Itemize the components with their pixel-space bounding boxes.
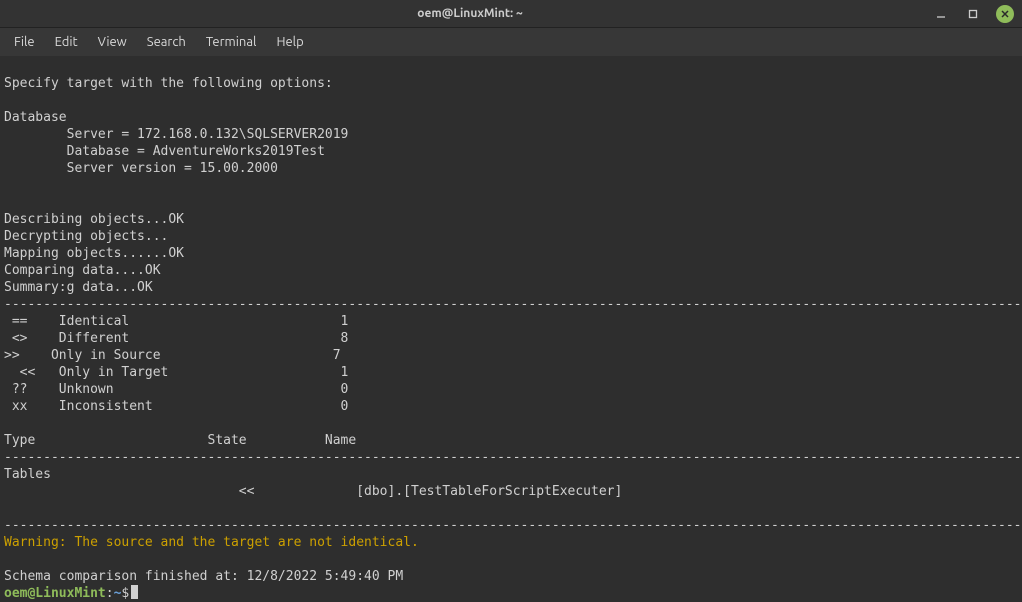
summary-row: == Identical 1 xyxy=(4,314,348,329)
output-line: Server version = 15.00.2000 xyxy=(4,161,278,176)
menu-edit[interactable]: Edit xyxy=(45,31,88,53)
close-button[interactable] xyxy=(996,5,1014,23)
prompt-line: oem@LinuxMint:~$ xyxy=(4,586,138,601)
terminal-body[interactable]: Specify target with the following option… xyxy=(0,56,1022,602)
window-title: oem@LinuxMint: ~ xyxy=(8,7,932,20)
output-line: Decrypting objects... xyxy=(4,229,168,244)
table-row: << [dbo].[TestTableForScriptExecuter] xyxy=(4,484,622,499)
prompt-dollar: $ xyxy=(121,586,129,601)
output-line: Server = 172.168.0.132\SQLSERVER2019 xyxy=(4,127,348,142)
menu-file[interactable]: File xyxy=(4,31,45,53)
output-line: Mapping objects......OK xyxy=(4,246,184,261)
summary-row: ?? Unknown 0 xyxy=(4,382,348,397)
menu-terminal[interactable]: Terminal xyxy=(196,31,267,53)
output-line: Database = AdventureWorks2019Test xyxy=(4,144,325,159)
maximize-icon xyxy=(968,9,978,19)
summary-row: <> Different 8 xyxy=(4,331,348,346)
output-divider: ----------------------------------------… xyxy=(4,297,1022,312)
titlebar: oem@LinuxMint: ~ xyxy=(0,0,1022,28)
window-controls xyxy=(932,5,1014,23)
menu-help[interactable]: Help xyxy=(266,31,313,53)
output-line: Describing objects...OK xyxy=(4,212,184,227)
warning-line: Warning: The source and the target are n… xyxy=(4,535,419,550)
close-icon xyxy=(1000,9,1010,19)
output-divider: ----------------------------------------… xyxy=(4,518,1022,533)
prompt-user: oem@LinuxMint xyxy=(4,586,106,601)
cursor xyxy=(131,585,138,599)
finish-line: Schema comparison finished at: 12/8/2022… xyxy=(4,569,403,584)
output-line: Database xyxy=(4,110,67,125)
prompt-sep: : xyxy=(106,586,114,601)
summary-row: << Only in Target 1 xyxy=(4,365,348,380)
output-line: Specify target with the following option… xyxy=(4,76,333,91)
minimize-icon xyxy=(936,9,946,19)
menubar: File Edit View Search Terminal Help xyxy=(0,28,1022,56)
minimize-button[interactable] xyxy=(932,5,950,23)
output-divider: ----------------------------------------… xyxy=(4,450,1022,465)
menu-view[interactable]: View xyxy=(88,31,137,53)
summary-row: xx Inconsistent 0 xyxy=(4,399,348,414)
output-line: Summary:g data...OK xyxy=(4,280,153,295)
maximize-button[interactable] xyxy=(964,5,982,23)
output-line: Comparing data....OK xyxy=(4,263,161,278)
menu-search[interactable]: Search xyxy=(137,31,196,53)
summary-row: >> Only in Source 7 xyxy=(4,348,341,363)
table-section: Tables xyxy=(4,467,51,482)
table-header: Type State Name xyxy=(4,433,356,448)
